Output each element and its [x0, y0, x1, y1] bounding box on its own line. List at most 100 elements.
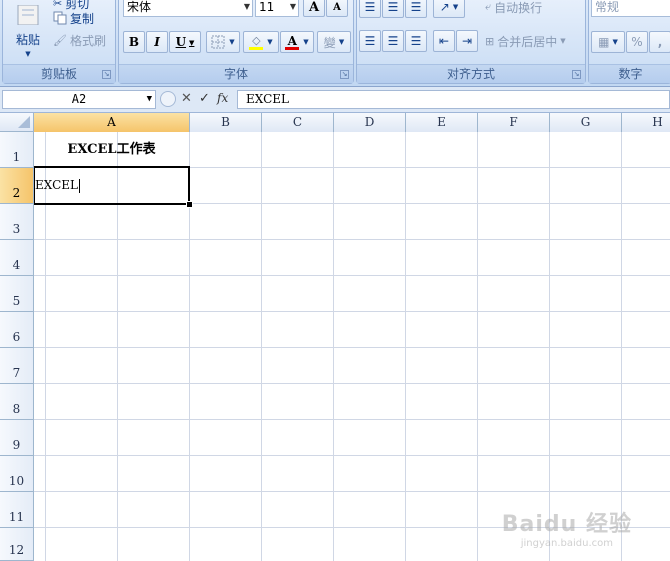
- row-header-5[interactable]: 5: [0, 276, 34, 312]
- column-header-a[interactable]: A: [34, 113, 190, 132]
- chevron-down-icon: ▼: [267, 38, 273, 46]
- column-header-h[interactable]: H: [622, 113, 670, 132]
- watermark-brand: Baidu 经验: [501, 512, 632, 537]
- chevron-down-icon: ▼: [452, 3, 459, 11]
- align-center-icon: ☰: [387, 34, 399, 48]
- formula-bar: A2 ▼ ✕ ✓ fx EXCEL: [0, 87, 670, 113]
- chevron-down-icon[interactable]: ▼: [147, 91, 152, 108]
- cancel-icon[interactable]: ✕: [181, 91, 192, 106]
- increase-indent-icon: ⇥: [461, 34, 473, 48]
- align-center-button[interactable]: ☰: [382, 30, 404, 52]
- align-top-button[interactable]: ☰: [359, 0, 381, 18]
- wrap-text-icon: ⤶: [485, 0, 492, 13]
- chevron-down-icon: ▼: [189, 37, 195, 47]
- row-header-8[interactable]: 8: [0, 384, 34, 420]
- percent-icon: %: [631, 35, 643, 49]
- underline-button[interactable]: U ▼: [169, 31, 201, 53]
- copy-icon: [53, 11, 67, 25]
- dialog-launcher-icon[interactable]: ↘: [572, 70, 581, 79]
- enter-icon[interactable]: ✓: [199, 91, 210, 106]
- cell-area[interactable]: EXCEL工作表 EXCEL: [34, 132, 670, 561]
- paint-bucket-icon: ◇: [249, 34, 264, 50]
- accounting-format-button[interactable]: ▦ ▼: [591, 31, 625, 53]
- italic-button[interactable]: I: [146, 31, 168, 53]
- paste-icon: [17, 4, 39, 25]
- column-header-d[interactable]: D: [334, 113, 406, 132]
- column-header-f[interactable]: F: [478, 113, 550, 132]
- ribbon: 粘贴 ▼ ✂ 剪切 复制 🖌 格式刷 剪贴板 ↘ 宋体 ▼ 11 ▼ A A B…: [0, 0, 670, 87]
- format-painter-button[interactable]: 🖌 格式刷: [53, 29, 115, 51]
- alignment-group-label: 对齐方式: [357, 64, 585, 83]
- column-header-b[interactable]: B: [190, 113, 262, 132]
- align-middle-icon: ☰: [387, 0, 399, 14]
- row-header-12[interactable]: 12: [0, 528, 34, 561]
- font-size-select[interactable]: 11 ▼: [255, 0, 299, 17]
- row-header-3[interactable]: 3: [0, 204, 34, 240]
- column-header-e[interactable]: E: [406, 113, 478, 132]
- font-name-value: 宋体: [127, 0, 152, 14]
- phonetic-guide-button[interactable]: 變 ▼: [317, 31, 351, 53]
- number-format-value: 常规: [595, 0, 620, 14]
- decrease-indent-button[interactable]: ⇤: [433, 30, 455, 52]
- comma-style-button[interactable]: ,: [649, 31, 670, 53]
- watermark-url: jingyan.baidu.com: [520, 538, 614, 549]
- font-size-value: 11: [259, 0, 275, 14]
- font-name-select[interactable]: 宋体 ▼: [123, 0, 253, 17]
- fill-handle[interactable]: [186, 201, 193, 208]
- insert-function-icon[interactable]: fx: [217, 91, 228, 105]
- font-color-button[interactable]: A ▼: [280, 31, 314, 53]
- row-header-11[interactable]: 11: [0, 492, 34, 528]
- paste-button[interactable]: 粘贴 ▼: [7, 0, 49, 62]
- cell-a1[interactable]: EXCEL工作表: [34, 132, 189, 167]
- font-color-icon: A: [285, 35, 300, 50]
- merge-center-label: 合并后居中: [497, 34, 558, 49]
- row-header-2[interactable]: 2: [0, 168, 34, 204]
- font-group-label: 字体: [119, 64, 353, 83]
- chevron-down-icon: ▼: [612, 38, 618, 46]
- copy-button[interactable]: 复制: [53, 7, 113, 29]
- align-left-icon: ☰: [364, 34, 376, 48]
- grow-font-button[interactable]: A: [303, 0, 325, 17]
- dialog-launcher-icon[interactable]: ↘: [340, 70, 349, 79]
- align-bottom-icon: ☰: [410, 0, 422, 14]
- chevron-down-icon: ▼: [560, 37, 566, 45]
- merge-center-button[interactable]: ⊞ 合并后居中 ▼: [485, 30, 581, 52]
- fill-color-button[interactable]: ◇ ▼: [243, 31, 279, 53]
- formula-input[interactable]: EXCEL: [237, 90, 670, 109]
- chevron-down-icon: ▼: [25, 49, 31, 58]
- row-header-1[interactable]: 1: [0, 132, 34, 168]
- shrink-font-button[interactable]: A: [326, 0, 348, 17]
- bold-button[interactable]: B: [123, 31, 145, 53]
- font-group: 宋体 ▼ 11 ▼ A A B I U ▼ ▼ ◇ ▼ A ▼ 變 ▼ 字体 ↘: [118, 0, 354, 84]
- select-all-button[interactable]: [0, 113, 34, 132]
- dialog-launcher-icon[interactable]: ↘: [102, 70, 111, 79]
- increase-indent-button[interactable]: ⇥: [456, 30, 478, 52]
- underline-icon: U: [175, 35, 187, 49]
- borders-button[interactable]: ▼: [206, 31, 240, 53]
- row-header-6[interactable]: 6: [0, 312, 34, 348]
- row-header-7[interactable]: 7: [0, 348, 34, 384]
- name-box[interactable]: A2 ▼: [2, 90, 156, 109]
- align-bottom-button[interactable]: ☰: [405, 0, 427, 18]
- grow-font-icon: A: [308, 0, 320, 15]
- row-header-10[interactable]: 10: [0, 456, 34, 492]
- chevron-down-icon: ▼: [289, 2, 296, 11]
- orientation-button[interactable]: ↗ ▼: [433, 0, 465, 18]
- column-header-c[interactable]: C: [262, 113, 334, 132]
- percent-style-button[interactable]: %: [626, 31, 648, 53]
- orientation-icon: ↗: [439, 0, 450, 14]
- comma-icon: ,: [657, 35, 663, 49]
- merge-cells-icon: ⊞: [485, 34, 495, 48]
- align-left-button[interactable]: ☰: [359, 30, 381, 52]
- wrap-text-button[interactable]: ⤶ 自动换行: [485, 0, 561, 18]
- row-header-9[interactable]: 9: [0, 420, 34, 456]
- wrap-text-label: 自动换行: [494, 0, 543, 15]
- phonetic-guide-icon: 變: [323, 35, 336, 50]
- row-header-4[interactable]: 4: [0, 240, 34, 276]
- align-top-icon: ☰: [364, 0, 376, 14]
- align-middle-button[interactable]: ☰: [382, 0, 404, 18]
- align-right-button[interactable]: ☰: [405, 30, 427, 52]
- column-header-g[interactable]: G: [550, 113, 622, 132]
- formula-bar-splitter[interactable]: [160, 91, 176, 107]
- number-format-select[interactable]: 常规: [591, 0, 670, 17]
